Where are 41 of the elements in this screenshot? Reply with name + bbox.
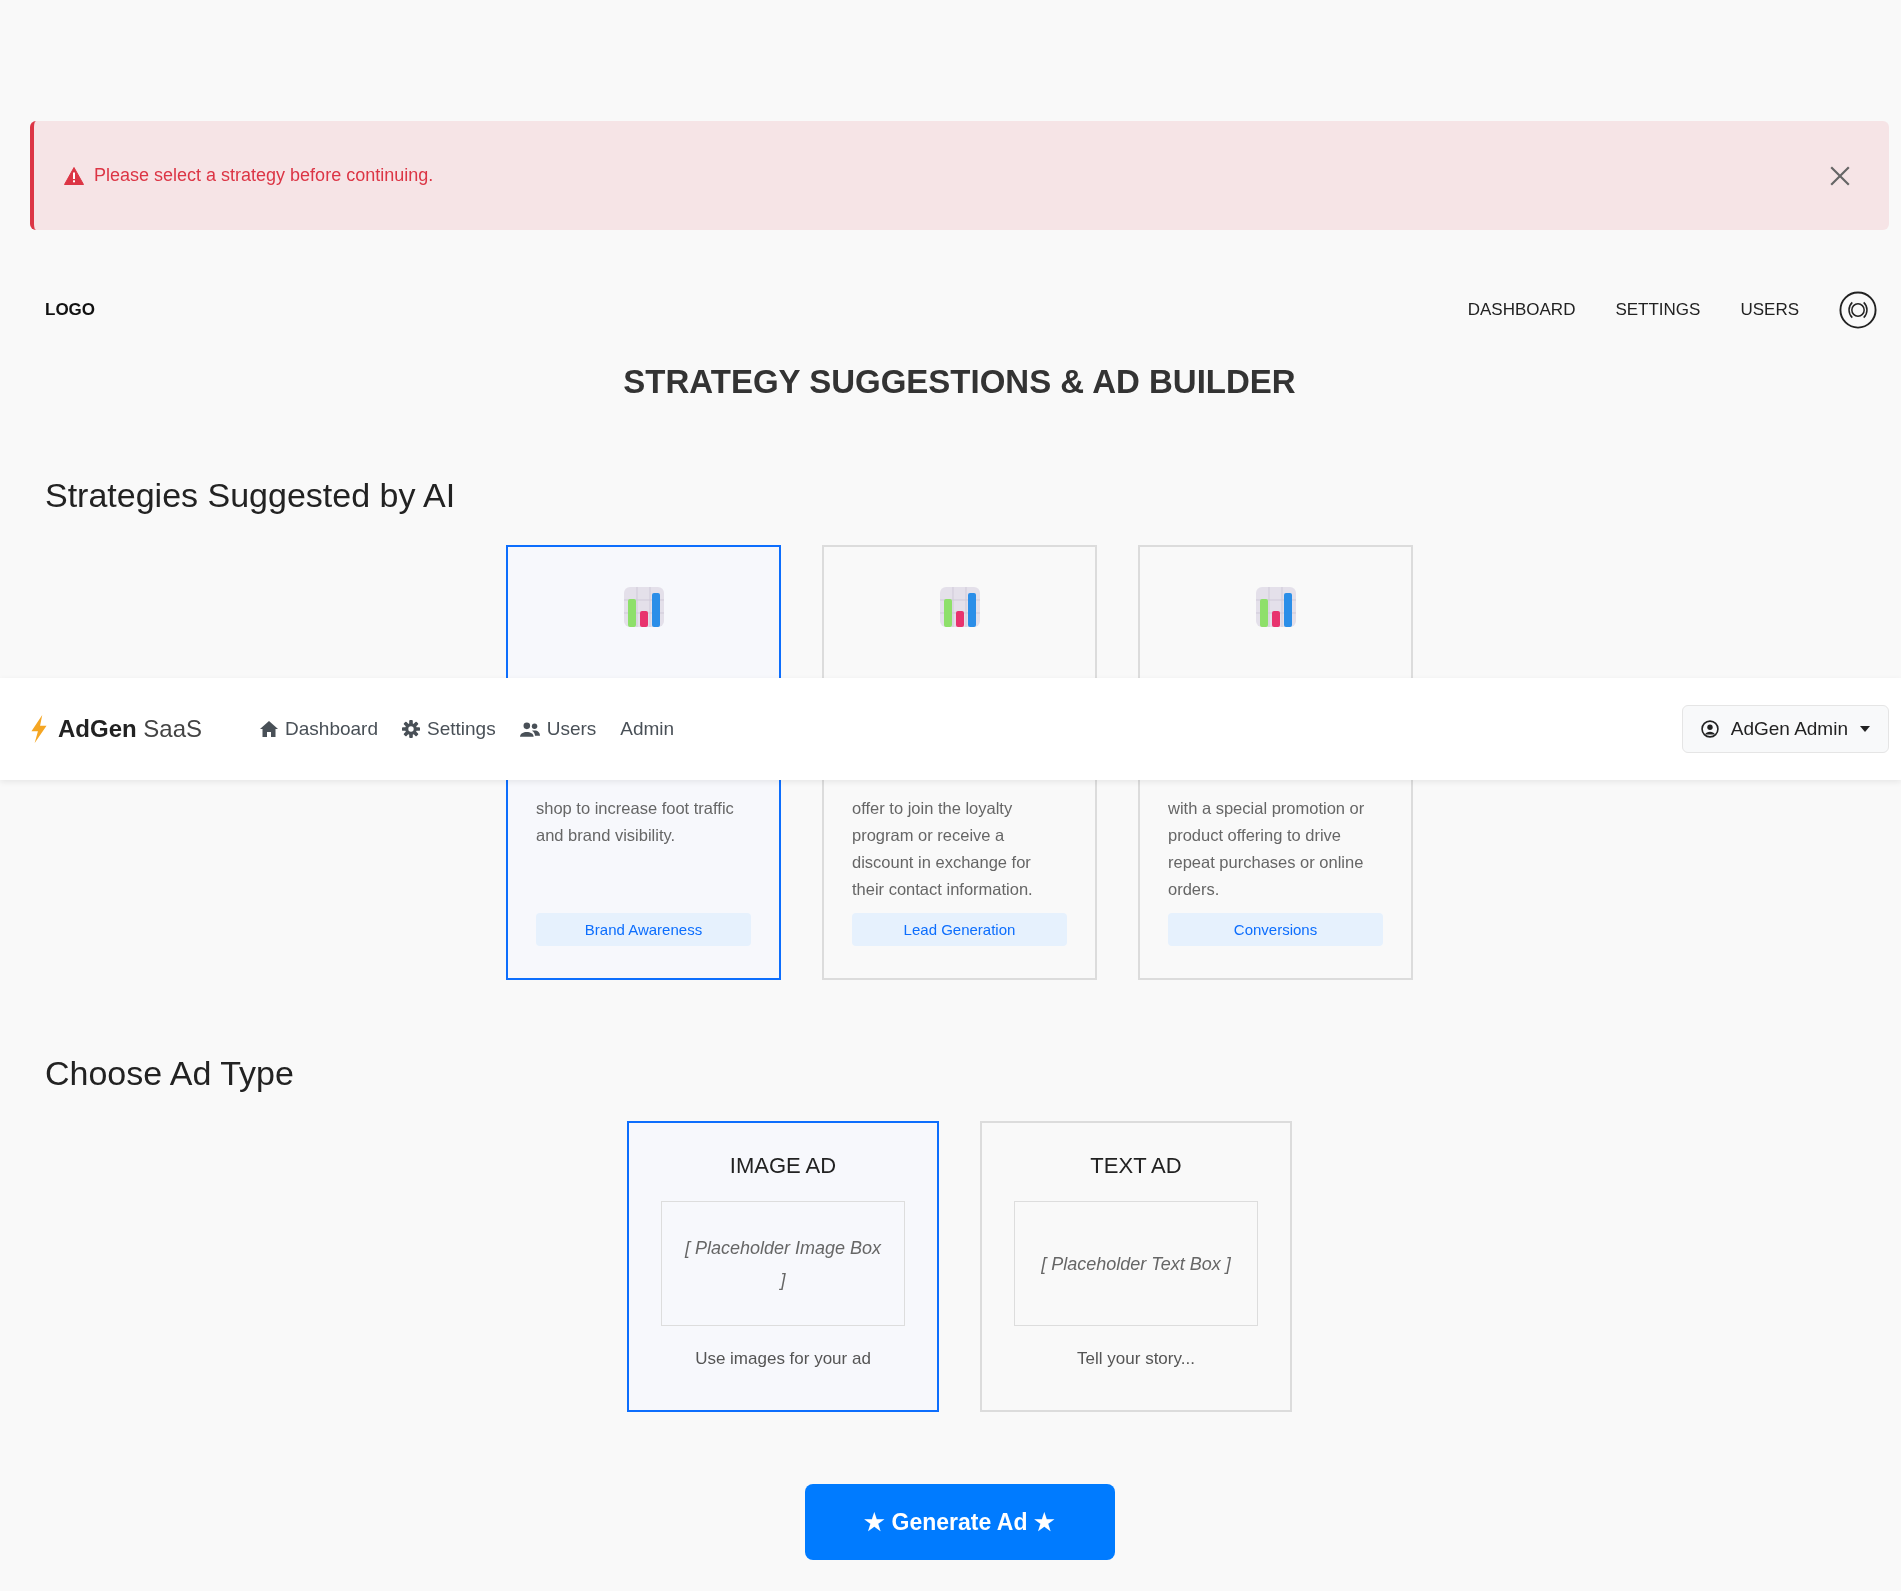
ad-type-caption: Use images for your ad [695, 1349, 871, 1369]
settings-icon [402, 720, 420, 738]
strategy-description: shop to increase foot traffic and brand visibility. [536, 798, 735, 846]
header-nav-link[interactable]: USERS [1740, 300, 1799, 320]
ad-type-card[interactable]: TEXT AD [ Placeholder Text Box ] Tell your story... [980, 1121, 1292, 1412]
ad-type-caption: Tell your story... [1077, 1349, 1195, 1369]
warning-icon [64, 166, 84, 185]
nav-link[interactable]: Settings [402, 718, 496, 740]
header-nav-link[interactable]: SETTINGS [1615, 300, 1701, 320]
strategy-description: offer to join the loyalty program or receive a discount in exchange for their contact information. [852, 798, 1034, 900]
nav-link[interactable]: Admin [620, 718, 675, 740]
goal-tag: Lead Generation [852, 913, 1067, 946]
logo-text[interactable]: LOGO [45, 300, 96, 320]
alert-message: Please select a strategy before continuing. [94, 165, 435, 186]
user-circle-icon [1700, 720, 1719, 738]
user-menu-button[interactable]: AdGen Admin [1681, 705, 1889, 753]
profile-icon[interactable] [1839, 291, 1877, 329]
bar-chart-icon [623, 587, 664, 627]
ad-type-title: TEXT AD [1090, 1153, 1182, 1179]
goal-tag: Brand Awareness [536, 913, 751, 946]
strategy-description: with a special promotion or product offering to drive repeat purchases or online orders. [1168, 798, 1366, 900]
nav-link[interactable]: Users [519, 718, 597, 740]
page-title: STRATEGY SUGGESTIONS & AD BUILDER [622, 362, 1297, 402]
caret-icon [1860, 726, 1870, 732]
bar-chart-icon [939, 587, 980, 627]
brand-name[interactable]: AdGen SaaS [58, 715, 203, 743]
lightning-icon [30, 715, 48, 743]
home-icon [260, 721, 279, 737]
close-icon[interactable] [1829, 164, 1851, 187]
bar-chart-icon [1255, 587, 1296, 627]
section-heading: Choose Ad Type [44, 1053, 295, 1093]
placeholder-text: [ Placeholder Image Box ] [683, 1236, 883, 1292]
header-nav-link[interactable]: DASHBOARD [1467, 300, 1576, 320]
placeholder-text: [ Placeholder Text Box ] [1041, 1252, 1231, 1276]
section-heading: Strategies Suggested by AI [44, 475, 457, 515]
ad-type-card[interactable]: IMAGE AD [ Placeholder Image Box ] Use images for your ad [627, 1121, 939, 1412]
ad-type-title: IMAGE AD [729, 1153, 837, 1179]
generate-ad-button[interactable]: ★ Generate Ad ★ [804, 1484, 1115, 1560]
goal-tag: Conversions [1168, 913, 1383, 946]
nav-link[interactable]: Dashboard [260, 718, 378, 740]
users-icon [519, 721, 540, 737]
